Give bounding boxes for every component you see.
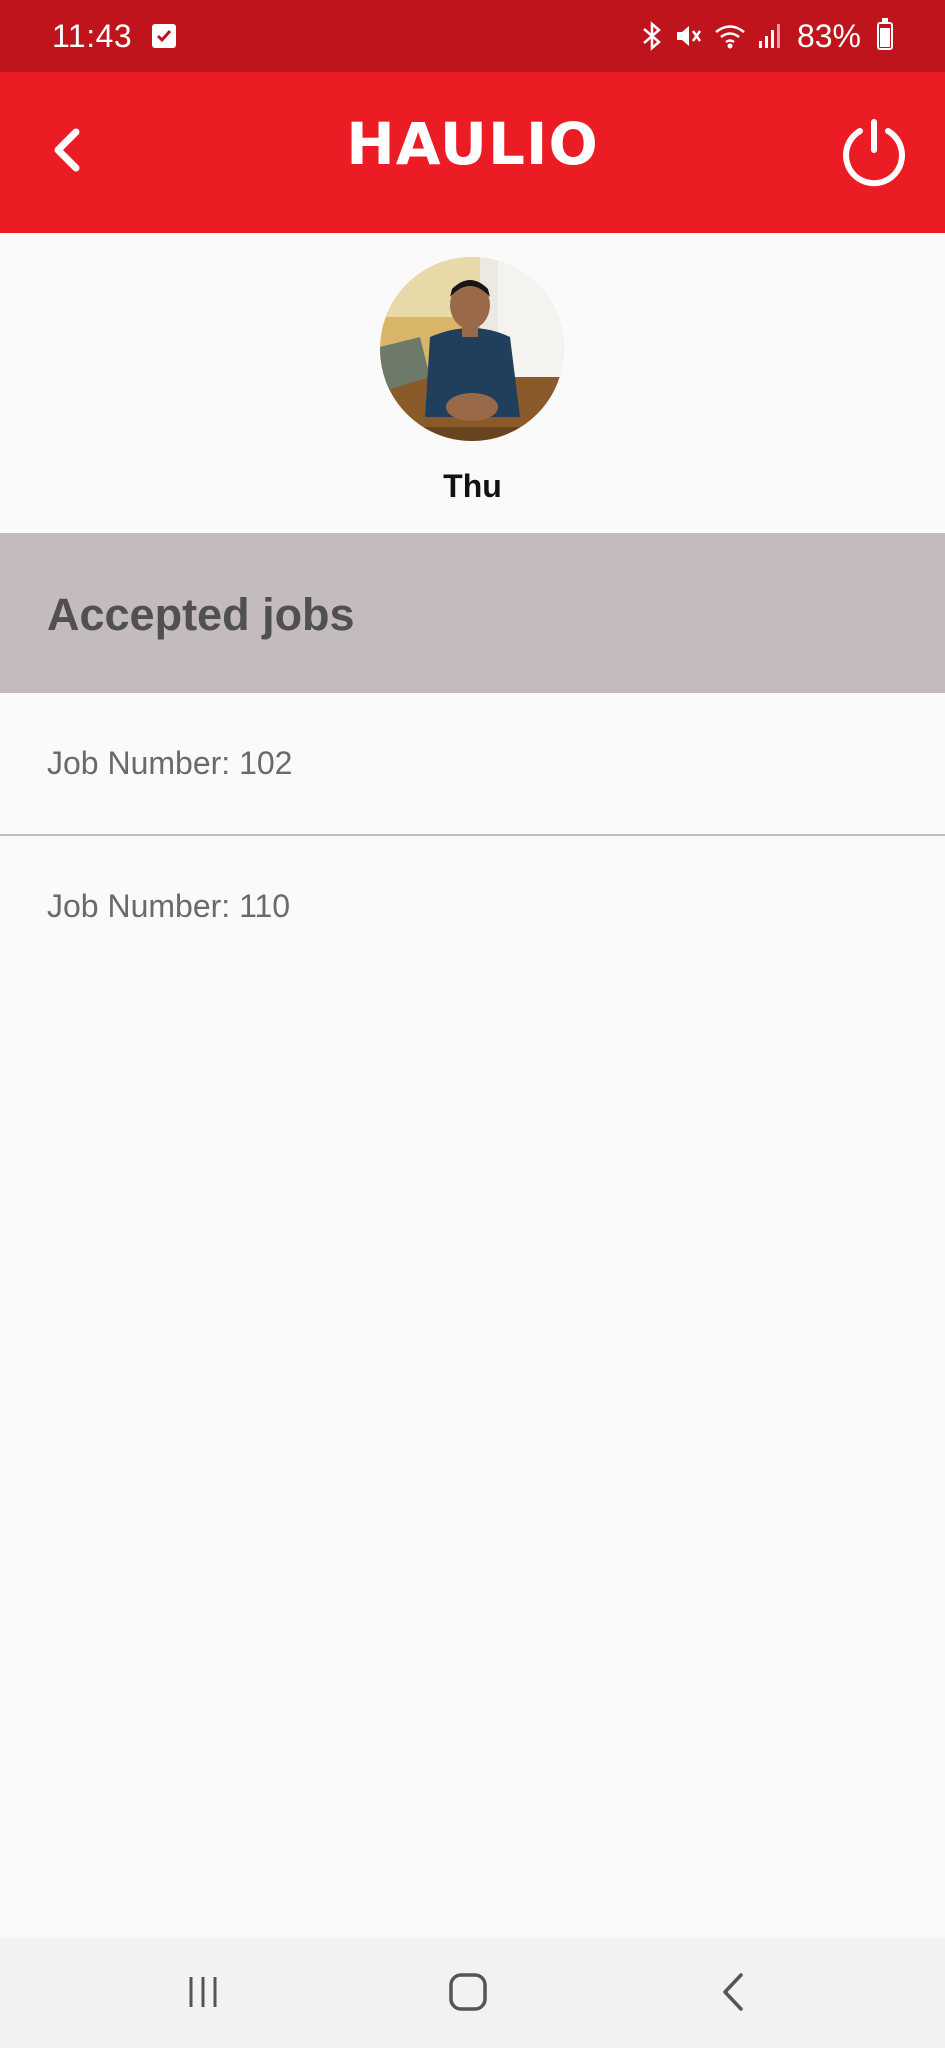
recent-apps-icon [189, 1977, 217, 2007]
checkbox-notification-icon [152, 24, 177, 48]
status-icons: 83% [641, 18, 893, 55]
list-item[interactable]: Job Number: 102 [0, 693, 945, 836]
section-title: Accepted jobs [47, 589, 355, 640]
job-number-label: Job Number: 102 [47, 745, 293, 781]
system-back-icon [723, 1973, 743, 2011]
power-button[interactable] [836, 114, 912, 190]
status-time: 11:43 [52, 17, 133, 54]
home-icon [449, 1973, 487, 2011]
system-nav-bar [0, 1937, 945, 2048]
battery-icon [877, 18, 893, 50]
mute-icon [673, 21, 703, 51]
bluetooth-icon [641, 21, 663, 51]
profile-section: Thu [0, 233, 945, 533]
status-bar: 11:43 83% [0, 0, 945, 72]
system-back-button[interactable] [703, 1967, 763, 2017]
power-icon [843, 119, 905, 187]
app-bar: HAULIO [0, 72, 945, 233]
signal-icon [757, 21, 783, 51]
section-header: Accepted jobs [0, 533, 945, 693]
user-avatar-photo [380, 257, 564, 441]
home-button[interactable] [438, 1967, 498, 2017]
wifi-icon [713, 21, 747, 51]
battery-percent: 83% [796, 17, 861, 54]
app-logo: HAULIO [346, 110, 599, 178]
profile-name: Thu [443, 468, 502, 504]
avatar[interactable] [380, 257, 564, 441]
recent-apps-button[interactable] [173, 1967, 233, 2017]
list-item[interactable]: Job Number: 110 [0, 836, 945, 977]
job-number-label: Job Number: 110 [47, 888, 291, 924]
job-list: Job Number: 102 Job Number: 110 [0, 693, 945, 977]
